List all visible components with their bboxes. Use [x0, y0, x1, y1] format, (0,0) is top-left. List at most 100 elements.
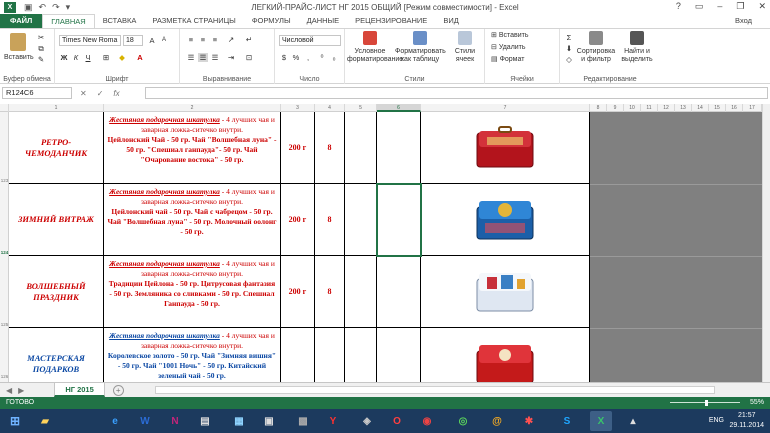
clock[interactable]: 21:57 29.11.2014 — [729, 411, 764, 431]
product-description-cell[interactable]: Жестяная подарочная шкатулка - 4 лучших … — [104, 328, 281, 382]
wrap-text-icon[interactable]: ↵ — [244, 35, 254, 44]
shrink-font-icon[interactable]: A — [159, 36, 169, 45]
column-header[interactable]: 2 — [104, 104, 281, 112]
minimize-icon[interactable]: – — [717, 1, 722, 12]
help-icon[interactable]: ? — [676, 1, 681, 12]
align-left-icon[interactable]: ☰ — [186, 53, 196, 62]
product-description-cell[interactable]: Жестяная подарочная шкатулка - 4 лучших … — [104, 112, 281, 183]
worksheet-grid[interactable]: РЕТРО-ЧЕМОДАНЧИК Жестяная подарочная шка… — [9, 112, 590, 382]
empty-cell[interactable] — [345, 256, 377, 327]
font-color-icon[interactable]: A — [135, 53, 145, 62]
product-name-cell[interactable]: ЗИМНИЙ ВИТРАЖ — [9, 184, 104, 255]
ribbon-display-icon[interactable]: ▭ — [695, 1, 704, 12]
redo-icon[interactable]: ↷ — [52, 2, 60, 13]
internet-explorer-icon[interactable]: e — [104, 411, 126, 431]
skype-icon[interactable]: S — [556, 411, 578, 431]
empty-cell[interactable] — [345, 184, 377, 255]
number-format-dropdown[interactable]: Числовой — [279, 35, 341, 46]
vertical-scrollbar[interactable] — [762, 104, 770, 382]
align-center-icon[interactable]: ☰ — [198, 53, 208, 62]
indent-icon[interactable]: ⇥ — [226, 53, 236, 62]
column-header[interactable]: 1 — [9, 104, 104, 112]
empty-cell[interactable] — [377, 256, 421, 327]
file-explorer-icon[interactable]: ▰ — [34, 411, 56, 431]
cell-styles-button[interactable]: Стили ячеек — [449, 31, 481, 64]
notepad-icon[interactable]: ▤ — [194, 411, 216, 431]
zoom-level[interactable]: 55% — [750, 397, 764, 409]
orientation-icon[interactable]: ↗ — [226, 35, 236, 44]
column-header[interactable]: 11 — [641, 104, 658, 112]
calculator-icon[interactable]: ▦ — [228, 411, 250, 431]
italic-button[interactable]: К — [71, 53, 81, 62]
column-header[interactable]: 9 — [607, 104, 624, 112]
weight-cell[interactable]: 200 г — [281, 112, 315, 183]
product-name-cell[interactable]: МАСТЕРСКАЯ ПОДАРКОВ — [9, 328, 104, 382]
empty-cell[interactable] — [345, 328, 377, 382]
tab-formulas[interactable]: ФОРМУЛЫ — [244, 14, 299, 28]
row-header-selected[interactable]: 124 — [0, 250, 9, 255]
product-image-cell[interactable] — [421, 112, 590, 183]
paste-button[interactable]: Вставить — [4, 33, 34, 62]
column-header[interactable]: 4 — [315, 104, 345, 112]
increase-decimal-icon[interactable]: ⁰ — [317, 53, 327, 62]
autosum-icon[interactable]: Σ — [564, 33, 574, 42]
format-as-table-button[interactable]: Форматировать как таблицу — [395, 31, 446, 64]
opera-icon[interactable]: O — [386, 411, 408, 431]
close-icon[interactable]: ✕ — [758, 1, 766, 12]
column-header[interactable]: 10 — [624, 104, 641, 112]
product-name-cell[interactable]: ВОЛШЕБНЫЙ ПРАЗДНИК — [9, 256, 104, 327]
quantity-cell[interactable]: 8 — [315, 256, 345, 327]
undo-icon[interactable]: ↶ — [39, 2, 47, 13]
column-header[interactable]: 13 — [675, 104, 692, 112]
sort-filter-button[interactable]: Сортировка и фильтр — [576, 31, 616, 64]
word-icon[interactable]: W — [134, 411, 156, 431]
align-middle-icon[interactable]: ≡ — [198, 35, 208, 44]
empty-cell[interactable] — [377, 328, 421, 382]
row-header[interactable]: 123 — [0, 178, 9, 183]
cancel-icon[interactable]: ✕ — [80, 89, 87, 98]
format-painter-icon[interactable]: ✎ — [36, 55, 46, 64]
product-image-cell[interactable] — [421, 328, 590, 382]
grow-font-icon[interactable]: A — [147, 36, 157, 45]
column-header-selected[interactable]: 6 — [377, 104, 421, 112]
onenote-icon[interactable]: N — [164, 411, 186, 431]
column-header[interactable]: 15 — [709, 104, 726, 112]
fill-icon[interactable]: ⬇ — [564, 44, 574, 53]
column-header[interactable]: 3 — [281, 104, 315, 112]
yandex-browser-icon[interactable]: Y — [322, 411, 344, 431]
column-header[interactable]: 16 — [726, 104, 743, 112]
empty-cell[interactable] — [377, 112, 421, 183]
bold-button[interactable]: Ж — [59, 53, 69, 62]
media-icon[interactable]: ▣ — [258, 411, 280, 431]
empty-cell[interactable] — [345, 112, 377, 183]
insert-function-icon[interactable]: fx — [113, 89, 119, 98]
photos-icon[interactable]: ▩ — [292, 411, 314, 431]
column-header[interactable]: 5 — [345, 104, 377, 112]
tab-review[interactable]: РЕЦЕНЗИРОВАНИЕ — [347, 14, 435, 28]
tab-view[interactable]: ВИД — [435, 14, 466, 28]
product-name-cell[interactable]: РЕТРО-ЧЕМОДАНЧИК — [9, 112, 104, 183]
font-size-dropdown[interactable]: 18 — [123, 35, 143, 46]
find-select-button[interactable]: Найти и выделить — [618, 31, 656, 64]
tab-home[interactable]: ГЛАВНАЯ — [42, 14, 95, 28]
save-icon[interactable]: ▣ — [24, 2, 33, 13]
start-icon[interactable]: ⊞ — [4, 411, 26, 431]
column-header[interactable]: 17 — [743, 104, 762, 112]
new-sheet-icon[interactable]: + — [112, 384, 124, 396]
font-name-dropdown[interactable]: Times New Roma — [59, 35, 121, 46]
product-description-cell[interactable]: Жестяная подарочная шкатулка - 4 лучших … — [104, 256, 281, 327]
tab-file[interactable]: ФАЙЛ — [0, 14, 43, 28]
conditional-formatting-button[interactable]: Условное форматирование — [347, 31, 403, 64]
language-indicator[interactable]: ENG — [709, 417, 724, 424]
sheet-tab-active[interactable]: НГ 2015 — [54, 383, 105, 397]
zoom-slider-knob[interactable] — [705, 400, 708, 406]
mail-icon[interactable]: @ — [486, 411, 508, 431]
app-icon[interactable]: ◈ — [356, 411, 378, 431]
product-image-cell[interactable] — [421, 256, 590, 327]
quantity-cell[interactable]: 8 — [315, 112, 345, 183]
app-icon-2[interactable]: ◉ — [416, 411, 438, 431]
customize-qat-icon[interactable]: ▾ — [66, 2, 71, 13]
select-all-corner[interactable] — [0, 104, 9, 112]
quantity-cell[interactable]: 8 — [315, 184, 345, 255]
next-sheet-icon[interactable]: ▶ — [18, 386, 24, 395]
